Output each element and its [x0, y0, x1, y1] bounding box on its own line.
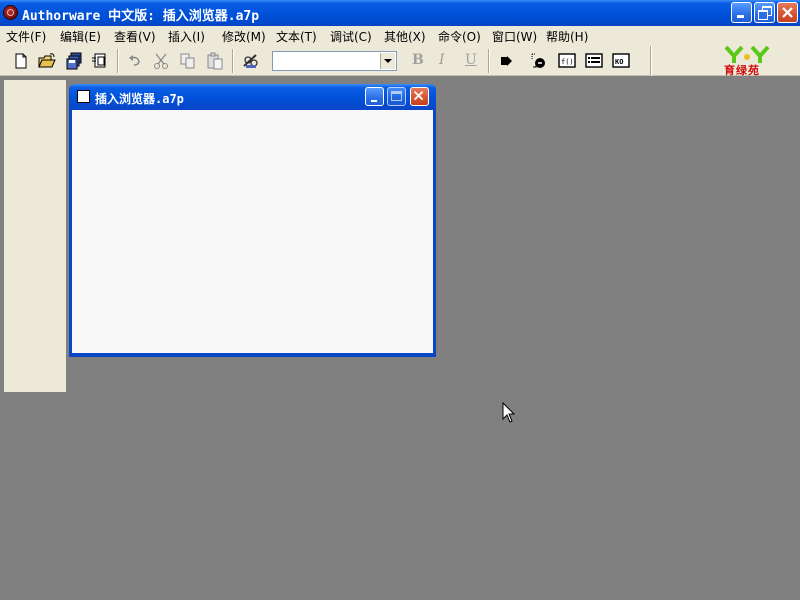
document-title: 插入浏览器.a7p: [95, 92, 184, 106]
logo-text: 育绿苑: [724, 64, 760, 77]
authorware-app: Authorware 中文版: 插入浏览器.a7p 文件(F) 编辑(E) 查看…: [0, 0, 800, 600]
find-icon[interactable]: [242, 52, 260, 70]
close-icon: [782, 7, 793, 18]
menu-modify[interactable]: 修改(M): [222, 28, 266, 45]
copy-icon[interactable]: [179, 52, 197, 70]
menu-other[interactable]: 其他(X): [384, 28, 426, 45]
import-icon[interactable]: [91, 52, 109, 70]
flowline-canvas[interactable]: [72, 110, 433, 353]
bold-button[interactable]: B: [412, 52, 424, 68]
knowledge-objects-icon[interactable]: KO: [612, 52, 630, 70]
svg-text:KO: KO: [615, 58, 623, 66]
minimize-icon: [371, 100, 377, 102]
mouse-cursor-icon: [502, 402, 516, 423]
paste-icon[interactable]: [206, 52, 224, 70]
main-titlebar[interactable]: Authorware 中文版: 插入浏览器.a7p: [0, 0, 800, 26]
document-maximize-button[interactable]: [387, 87, 406, 106]
menu-edit[interactable]: 编辑(E): [60, 28, 101, 45]
menu-window[interactable]: 窗口(W): [492, 28, 537, 45]
authorware-app-icon[interactable]: [3, 5, 18, 20]
menu-debug[interactable]: 调试(C): [330, 28, 372, 45]
functions-icon[interactable]: f(): [558, 52, 576, 70]
italic-button[interactable]: I: [439, 52, 445, 68]
cut-icon[interactable]: [152, 52, 170, 70]
document-titlebar[interactable]: 插入浏览器.a7p: [69, 84, 436, 109]
document-minimize-button[interactable]: [365, 87, 384, 106]
open-file-icon[interactable]: [38, 52, 56, 70]
menu-file[interactable]: 文件(F): [6, 28, 46, 45]
icon-palette[interactable]: [4, 80, 66, 392]
dropdown-arrow-icon[interactable]: [380, 53, 395, 69]
svg-text:f(): f(): [561, 58, 574, 66]
close-button[interactable]: [777, 2, 798, 23]
menu-command[interactable]: 命令(O): [438, 28, 481, 45]
menu-view[interactable]: 查看(V): [114, 28, 156, 45]
menu-help[interactable]: 帮助(H): [546, 28, 588, 45]
menu-insert[interactable]: 插入(I): [168, 28, 205, 45]
brand-logo: 育绿苑: [718, 46, 782, 77]
variables-icon[interactable]: [585, 52, 603, 70]
close-icon: [413, 90, 424, 101]
document-close-button[interactable]: [410, 87, 429, 106]
window-title: Authorware 中文版: 插入浏览器.a7p: [22, 9, 260, 24]
toolbar: B I U f() KO: [0, 46, 800, 76]
menu-bar: 文件(F) 编辑(E) 查看(V) 插入(I) 修改(M) 文本(T) 调试(C…: [0, 26, 800, 46]
font-selector[interactable]: [272, 51, 397, 71]
maximize-icon: [391, 91, 402, 101]
document-icon[interactable]: [77, 90, 90, 103]
flowline-window: 插入浏览器.a7p: [69, 84, 436, 357]
save-all-icon[interactable]: [65, 52, 83, 70]
menu-text[interactable]: 文本(T): [276, 28, 317, 45]
restore-button[interactable]: [754, 2, 775, 23]
minimize-button[interactable]: [731, 2, 752, 23]
undo-icon[interactable]: [126, 52, 144, 70]
underline-button[interactable]: U: [465, 52, 477, 68]
run-icon[interactable]: [498, 52, 516, 70]
control-panel-icon[interactable]: [530, 52, 548, 70]
minimize-icon: [737, 15, 744, 18]
new-file-icon[interactable]: [12, 52, 30, 70]
